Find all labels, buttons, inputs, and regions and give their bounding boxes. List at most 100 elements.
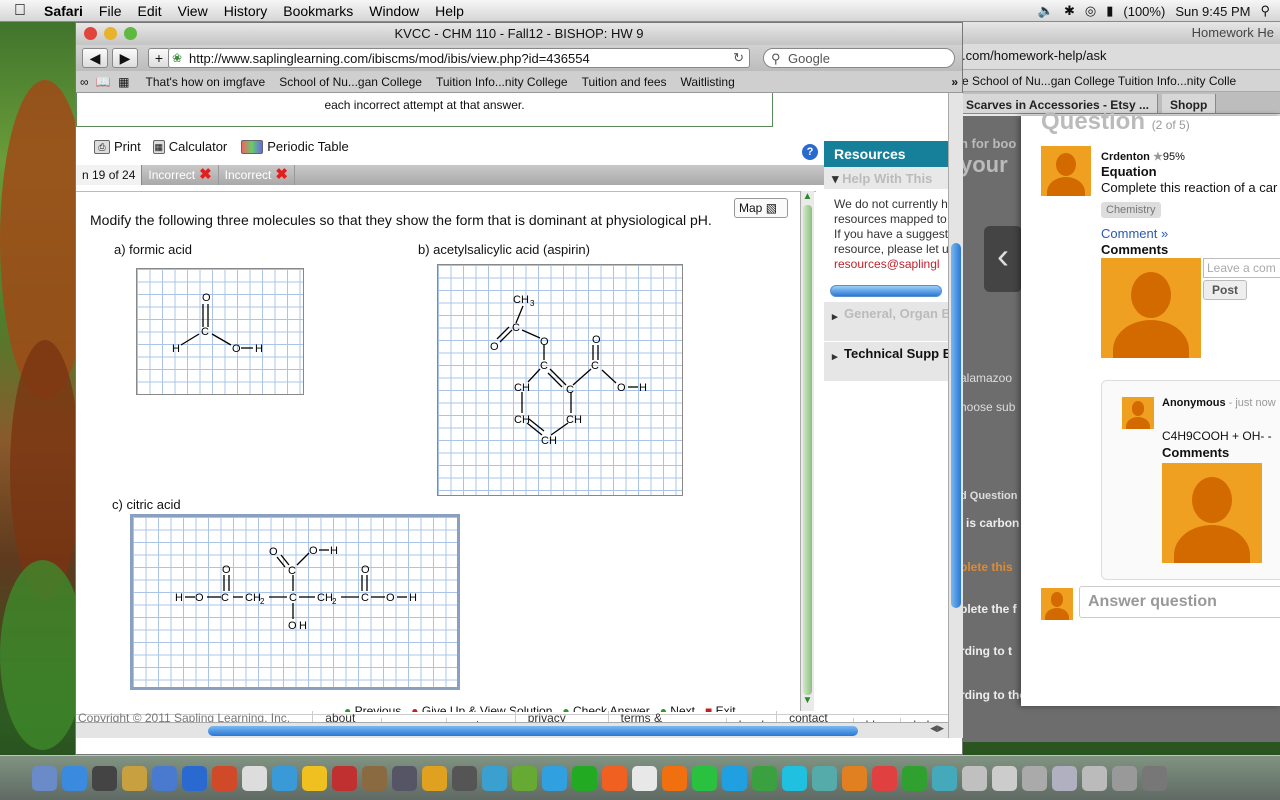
menu-bookmarks[interactable]: Bookmarks	[275, 3, 361, 19]
back-window-url[interactable]: .com/homework-help/ask	[956, 44, 1280, 70]
dock-app-icon[interactable]	[992, 765, 1017, 791]
zoom-button[interactable]	[124, 27, 137, 40]
periodic-table-button[interactable]: Periodic Table	[241, 139, 349, 154]
dock-app-icon[interactable]	[962, 765, 987, 791]
page-horizontal-scrollbar[interactable]: ◀▶	[76, 722, 948, 738]
dock-app-icon[interactable]	[122, 765, 147, 791]
scroll-down-icon[interactable]: ▼	[802, 695, 813, 706]
bookmark-item[interactable]: Waitlisting	[681, 75, 735, 89]
sketcher-citric-acid[interactable]: HOC O CH 2 COC OH OH CH 2 CO OH	[130, 514, 460, 690]
dock-app-icon[interactable]	[512, 765, 537, 791]
footer-link-about[interactable]: about us	[312, 710, 380, 722]
search-field[interactable]: ⚲ Google	[763, 48, 955, 68]
tab-attempt-1[interactable]: Incorrect ✖	[142, 165, 219, 185]
footer-link-terms[interactable]: terms & conditions	[607, 710, 726, 722]
volume-icon[interactable]: 🔈	[1038, 3, 1054, 19]
post-button[interactable]: Post	[1203, 280, 1247, 300]
dock-app-icon[interactable]	[722, 765, 747, 791]
menu-app-name[interactable]: Safari	[36, 3, 91, 19]
dock-app-icon[interactable]	[152, 765, 177, 791]
print-button[interactable]: ⎙ Print	[94, 139, 141, 154]
menu-help[interactable]: Help	[427, 3, 472, 19]
apple-menu-icon[interactable]: 	[0, 2, 36, 20]
dock-app-icon[interactable]	[782, 765, 807, 791]
bookmark-item[interactable]: School of Nu...gan College	[279, 75, 422, 89]
help-with-this-toggle[interactable]: ▾ Help With This	[824, 167, 948, 189]
bookmark-item[interactable]: Tuition Info...nity College	[436, 75, 568, 89]
map-button[interactable]: Map ▧	[734, 198, 788, 218]
general-organic-biochem-section[interactable]: General, Organ Biochemistry Re	[824, 301, 948, 341]
sketcher-aspirin[interactable]: CH 3 COO C CH C CH CH CH OC OH	[437, 264, 683, 496]
scroll-up-icon[interactable]: ▲	[802, 191, 813, 202]
dock-app-icon[interactable]	[92, 765, 117, 791]
answer-commenter-avatar[interactable]	[1162, 463, 1262, 563]
bookmark-item[interactable]: Tuition and fees	[582, 75, 667, 89]
battery-icon[interactable]: ▮	[1106, 3, 1113, 19]
back-button[interactable]: ◀	[82, 48, 108, 68]
tag-badge[interactable]: Chemistry	[1101, 202, 1161, 218]
forward-button[interactable]: ▶	[112, 48, 138, 68]
back-window-bookmarks[interactable]: e School of Nu...gan College Tuition Inf…	[956, 70, 1280, 92]
dock-app-icon[interactable]	[662, 765, 687, 791]
dock-app-icon[interactable]	[902, 765, 927, 791]
dock-app-icon[interactable]	[242, 765, 267, 791]
answer-question-input[interactable]: Answer question	[1079, 586, 1280, 618]
menu-view[interactable]: View	[170, 3, 216, 19]
bookmark-item[interactable]: That's how on imgfave	[146, 75, 266, 89]
dock-app-icon[interactable]	[842, 765, 867, 791]
menu-file[interactable]: File	[91, 3, 130, 19]
minimize-button[interactable]	[104, 27, 117, 40]
question-scroll-thumb[interactable]	[803, 205, 812, 695]
answerer-avatar[interactable]	[1122, 397, 1154, 429]
calculator-button[interactable]: ▦ Calculator	[152, 139, 227, 154]
technical-support-section[interactable]: Technical Supp Bug Reports	[824, 341, 948, 381]
help-icon[interactable]: ?	[802, 144, 818, 160]
footer-link-privacy[interactable]: privacy policy	[514, 710, 608, 722]
dock-app-icon[interactable]	[572, 765, 597, 791]
dock-app-icon[interactable]	[452, 765, 477, 791]
dock-app-icon[interactable]	[62, 765, 87, 791]
tab-current-question[interactable]: n 19 of 24	[76, 165, 143, 185]
dock-app-icon[interactable]	[542, 765, 567, 791]
spotlight-icon[interactable]: ⚲	[1260, 3, 1270, 19]
page-vertical-scrollbar[interactable]	[948, 93, 963, 738]
commenter-avatar[interactable]	[1101, 258, 1201, 358]
dock-app-icon[interactable]	[1022, 765, 1047, 791]
add-bookmark-button[interactable]: +	[148, 48, 170, 68]
dock-app-icon[interactable]	[302, 765, 327, 791]
dock-app-icon[interactable]	[1082, 765, 1107, 791]
dock-app-icon[interactable]	[872, 765, 897, 791]
dock-app-icon[interactable]	[482, 765, 507, 791]
menu-window[interactable]: Window	[361, 3, 427, 19]
dock-app-icon[interactable]	[212, 765, 237, 791]
reading-list-icon[interactable]: ∞ 📖 ▦	[80, 75, 132, 89]
clock[interactable]: Sun 9:45 PM	[1175, 4, 1250, 19]
dock-app-icon[interactable]	[932, 765, 957, 791]
footer-link-contact[interactable]: contact us	[776, 710, 853, 722]
menu-history[interactable]: History	[216, 3, 276, 19]
horizontal-scroll-thumb[interactable]	[208, 726, 858, 736]
comment-link[interactable]: Comment »	[1101, 226, 1168, 241]
dock-app-icon[interactable]	[1142, 765, 1167, 791]
dock-app-icon[interactable]	[332, 765, 357, 791]
dock-app-icon[interactable]	[1052, 765, 1077, 791]
bookmarks-overflow-icon[interactable]: »	[951, 75, 962, 89]
menu-edit[interactable]: Edit	[129, 3, 169, 19]
dock-app-icon[interactable]	[362, 765, 387, 791]
dock-app-icon[interactable]	[32, 765, 57, 791]
dock-app-icon[interactable]	[752, 765, 777, 791]
bluetooth-icon[interactable]: ✱	[1064, 3, 1075, 19]
previous-arrow-icon[interactable]: ‹	[984, 226, 1022, 292]
dock-app-icon[interactable]	[1112, 765, 1137, 791]
close-button[interactable]	[84, 27, 97, 40]
dock-app-icon[interactable]	[392, 765, 417, 791]
dock-app-icon[interactable]	[632, 765, 657, 791]
dock-app-icon[interactable]	[422, 765, 447, 791]
reload-icon[interactable]: ↻	[733, 50, 744, 66]
sketcher-formic-acid[interactable]: O C H O H	[136, 268, 304, 395]
scroll-arrows-icon[interactable]: ◀▶	[930, 723, 944, 734]
dock-app-icon[interactable]	[602, 765, 627, 791]
resources-email-link[interactable]: resources@saplingl	[834, 257, 940, 272]
asker-avatar[interactable]	[1041, 146, 1091, 196]
dock-app-icon[interactable]	[272, 765, 297, 791]
